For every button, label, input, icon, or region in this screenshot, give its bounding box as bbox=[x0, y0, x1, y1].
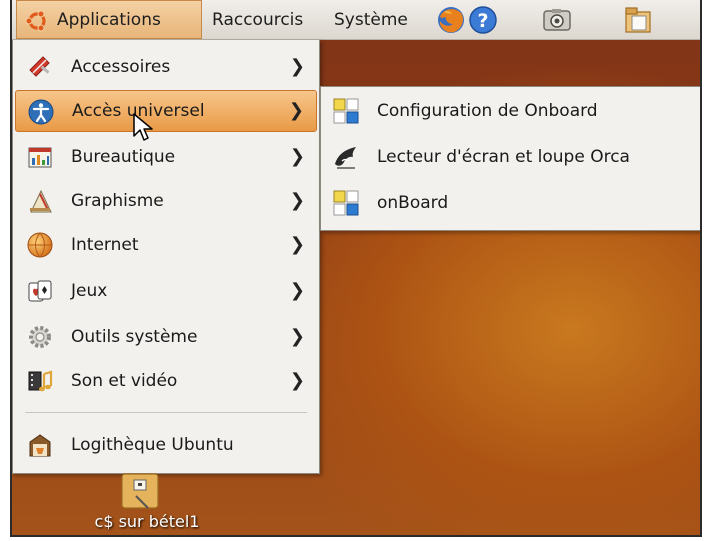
menu-separator bbox=[25, 412, 307, 413]
menu-item-software-center[interactable]: Logithèque Ubuntu bbox=[15, 424, 317, 466]
orca-icon bbox=[335, 147, 356, 169]
menu-item-label: Logithèque Ubuntu bbox=[71, 435, 234, 455]
graphics-icon bbox=[30, 189, 52, 213]
submenu-item-label: Configuration de Onboard bbox=[377, 101, 598, 121]
chevron-right-icon: ❯ bbox=[289, 146, 305, 167]
chevron-right-icon: ❯ bbox=[289, 234, 305, 255]
chevron-right-icon: ❯ bbox=[288, 100, 304, 121]
firefox-icon[interactable] bbox=[436, 5, 466, 35]
desktop: Applications Raccourcis Système ? Access… bbox=[10, 0, 702, 537]
office-icon bbox=[28, 147, 52, 168]
menu-item-label: Bureautique bbox=[71, 147, 176, 167]
submenu-item-onboard-settings[interactable]: Configuration de Onboard bbox=[321, 89, 700, 133]
sound-video-icon bbox=[28, 370, 53, 392]
chevron-right-icon: ❯ bbox=[289, 370, 305, 391]
system-menu-button[interactable]: Système bbox=[334, 0, 424, 39]
menu-item-internet[interactable]: Internet ❯ bbox=[15, 224, 317, 266]
menu-item-label: Internet bbox=[71, 235, 139, 255]
chevron-right-icon: ❯ bbox=[289, 326, 305, 347]
games-icon bbox=[28, 280, 52, 302]
chevron-right-icon: ❯ bbox=[289, 56, 305, 77]
system-label: Système bbox=[334, 10, 408, 30]
menu-item-label: Jeux bbox=[71, 281, 108, 301]
menu-item-label: Son et vidéo bbox=[71, 371, 178, 391]
places-menu-button[interactable]: Raccourcis bbox=[212, 0, 322, 39]
menu-item-graphics[interactable]: Graphisme ❯ bbox=[15, 180, 317, 222]
places-label: Raccourcis bbox=[212, 10, 304, 30]
menu-item-sound-video[interactable]: Son et vidéo ❯ bbox=[15, 360, 317, 402]
help-icon[interactable]: ? bbox=[468, 5, 498, 35]
internet-icon bbox=[27, 232, 53, 258]
applications-label: Applications bbox=[57, 10, 161, 30]
screenshot-icon[interactable] bbox=[542, 8, 572, 32]
file-manager-icon[interactable] bbox=[624, 6, 652, 34]
menu-item-label: Graphisme bbox=[71, 191, 164, 211]
top-panel: Applications Raccourcis Système ? bbox=[12, 0, 700, 40]
ubuntu-logo-icon bbox=[25, 10, 46, 32]
submenu-item-label: Lecteur d'écran et loupe Orca bbox=[377, 147, 630, 167]
accessories-icon bbox=[29, 56, 50, 77]
system-tools-icon bbox=[29, 326, 51, 348]
software-center-icon bbox=[29, 434, 51, 457]
applications-menu-button[interactable]: Applications bbox=[16, 0, 202, 39]
chevron-right-icon: ❯ bbox=[289, 280, 305, 301]
onboard-settings-icon bbox=[333, 98, 359, 124]
submenu-item-label: onBoard bbox=[377, 193, 449, 213]
universal-access-icon bbox=[28, 99, 54, 125]
applications-menu: Accessoires ❯ Accès universel ❯ Bureauti… bbox=[12, 40, 320, 474]
mouse-cursor-icon bbox=[133, 113, 153, 141]
svg-text:?: ? bbox=[477, 10, 488, 32]
universal-access-submenu: Configuration de Onboard Lecteur d'écran… bbox=[320, 86, 700, 231]
menu-item-games[interactable]: Jeux ❯ bbox=[15, 270, 317, 312]
onboard-icon bbox=[333, 190, 359, 216]
menu-item-system-tools[interactable]: Outils système ❯ bbox=[15, 316, 317, 358]
desktop-icon-label: c$ sur bétel1 bbox=[94, 512, 200, 531]
menu-item-universal-access[interactable]: Accès universel ❯ bbox=[15, 90, 317, 132]
submenu-item-orca[interactable]: Lecteur d'écran et loupe Orca bbox=[321, 135, 700, 179]
network-share-icon[interactable] bbox=[118, 472, 162, 512]
menu-item-label: Accessoires bbox=[71, 57, 171, 77]
menu-item-accessories[interactable]: Accessoires ❯ bbox=[15, 46, 317, 88]
menu-item-office[interactable]: Bureautique ❯ bbox=[15, 136, 317, 178]
menu-item-label: Outils système bbox=[71, 327, 198, 347]
chevron-right-icon: ❯ bbox=[289, 190, 305, 211]
submenu-item-onboard[interactable]: onBoard bbox=[321, 181, 700, 225]
